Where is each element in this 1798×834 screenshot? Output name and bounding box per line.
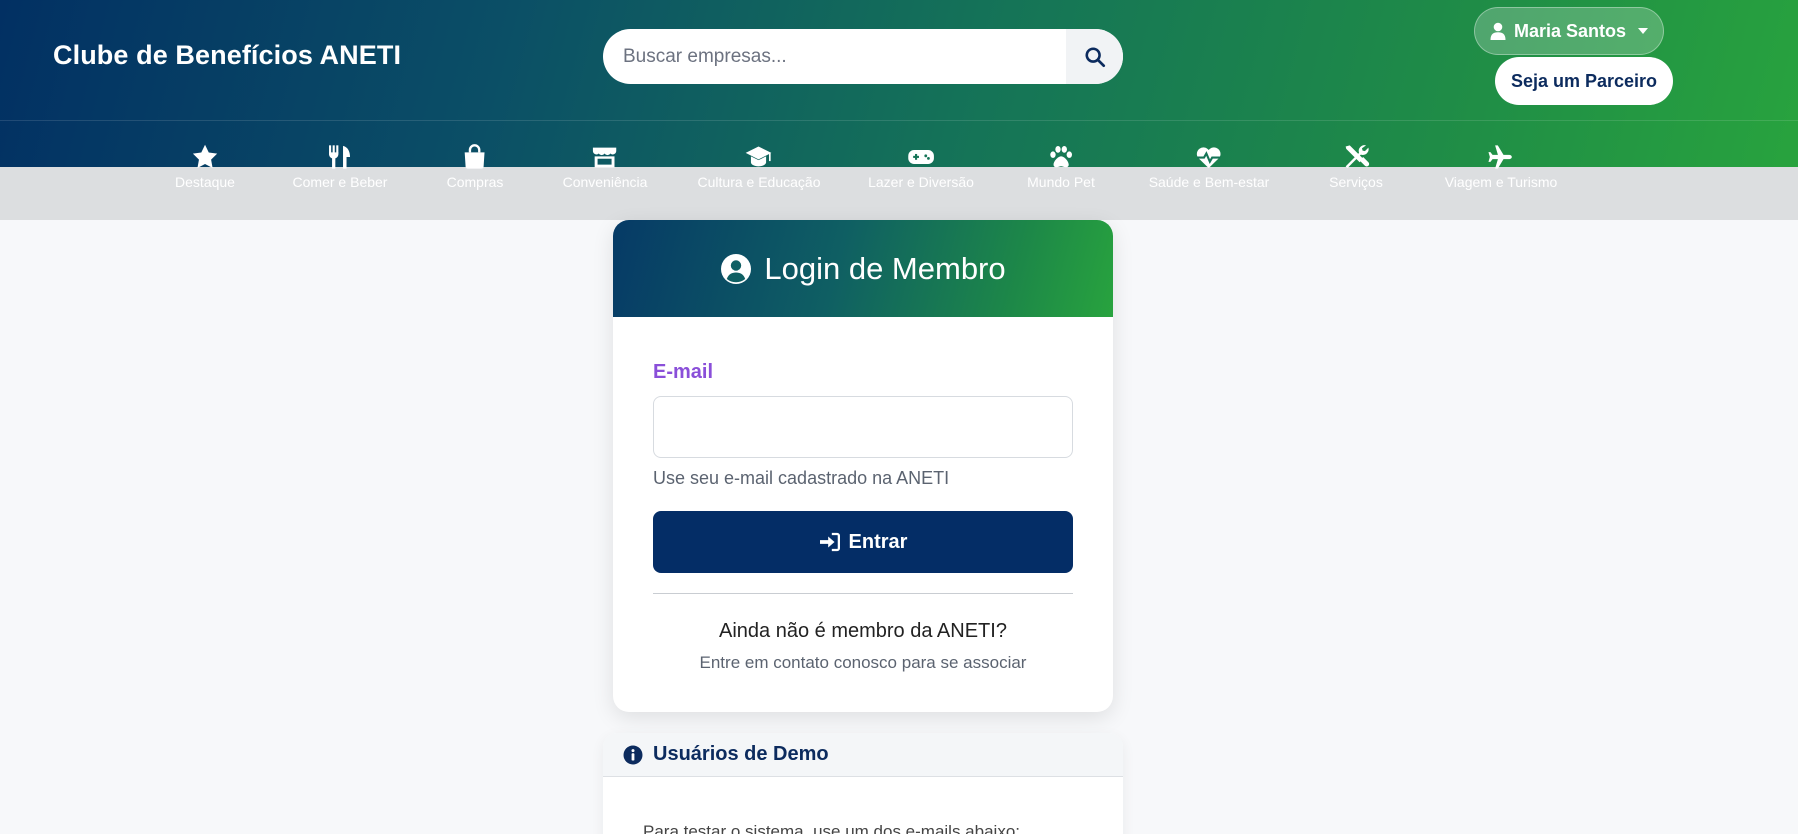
email-label: E-mail: [653, 361, 714, 383]
plane-icon: [1488, 145, 1513, 169]
become-partner-button[interactable]: Seja um Parceiro: [1495, 57, 1673, 105]
category-mundo-pet[interactable]: Mundo Pet: [1027, 143, 1095, 191]
demo-users-card: Usuários de Demo Para testar o sistema, …: [603, 733, 1123, 834]
category-comer-e-beber[interactable]: Comer e Beber: [292, 143, 388, 191]
login-button-label: Entrar: [848, 530, 908, 553]
search-icon: [1084, 46, 1105, 67]
category-destaque[interactable]: Destaque: [175, 143, 235, 191]
user-name: Maria Santos: [1513, 20, 1627, 41]
category-label: Compras: [446, 174, 504, 190]
category-lazer-e-diversao[interactable]: Lazer e Diversão: [868, 143, 974, 191]
search-input[interactable]: [603, 29, 1066, 84]
star-icon: [192, 144, 218, 168]
category-viagem-e-turismo[interactable]: Viagem e Turismo: [1444, 143, 1558, 191]
contact-text: Entre em contato conosco para se associa…: [699, 653, 1027, 672]
demo-users-header: Usuários de Demo: [603, 733, 1123, 777]
tools-icon: [1345, 145, 1369, 169]
user-circle-icon: [721, 253, 752, 284]
heart-pulse-icon: [1197, 147, 1221, 169]
category-compras[interactable]: Compras: [446, 143, 504, 191]
utensils-icon: [329, 145, 351, 169]
category-label: Cultura e Educação: [697, 174, 821, 190]
category-label: Conveniência: [562, 174, 648, 190]
paw-icon: [1050, 146, 1072, 168]
brand-title[interactable]: Clube de Benefícios ANETI: [53, 40, 401, 71]
user-icon: [1490, 22, 1506, 40]
caret-down-icon: [1638, 28, 1649, 34]
category-servicos[interactable]: Serviços: [1329, 143, 1383, 191]
store-icon: [593, 147, 617, 168]
category-label: Destaque: [175, 174, 235, 190]
site-header: Clube de Benefícios ANETI Maria Santos S…: [0, 0, 1798, 167]
search-button[interactable]: [1066, 29, 1123, 84]
sign-in-icon: [819, 532, 840, 552]
category-label: Saúde e Bem-estar: [1148, 174, 1270, 190]
info-circle-icon: [623, 745, 643, 764]
email-help-text: Use seu e-mail cadastrado na ANETI: [653, 468, 950, 488]
category-label: Viagem e Turismo: [1444, 174, 1558, 190]
header-divider: [0, 120, 1798, 121]
category-conveniencia[interactable]: Conveniência: [562, 143, 648, 191]
category-label: Comer e Beber: [292, 174, 388, 190]
shopping-bag-icon: [465, 144, 485, 169]
demo-users-intro: Para testar o sistema, use um dos e-mail…: [643, 822, 1020, 834]
category-saude-e-bem-estar[interactable]: Saúde e Bem-estar: [1148, 143, 1270, 191]
not-member-text: Ainda não é membro da ANETI?: [719, 620, 1007, 642]
user-menu-button[interactable]: Maria Santos: [1474, 7, 1664, 55]
login-card: Login de Membro E-mail Use seu e-mail ca…: [613, 220, 1113, 712]
category-label: Serviços: [1329, 174, 1383, 190]
login-card-header: Login de Membro: [613, 220, 1113, 317]
divider: [653, 593, 1073, 594]
category-label: Lazer e Diversão: [868, 174, 974, 190]
category-label: Mundo Pet: [1027, 174, 1095, 190]
category-cultura-e-educacao[interactable]: Cultura e Educação: [697, 143, 821, 191]
login-title: Login de Membro: [764, 250, 1006, 286]
demo-users-title: Usuários de Demo: [653, 743, 829, 765]
login-button[interactable]: Entrar: [653, 511, 1073, 573]
search-bar: [603, 29, 1123, 84]
login-form: E-mail Use seu e-mail cadastrado na ANET…: [613, 317, 1113, 673]
graduation-cap-icon: [746, 146, 772, 167]
gamepad-icon: [908, 150, 934, 164]
email-field[interactable]: [653, 396, 1073, 458]
